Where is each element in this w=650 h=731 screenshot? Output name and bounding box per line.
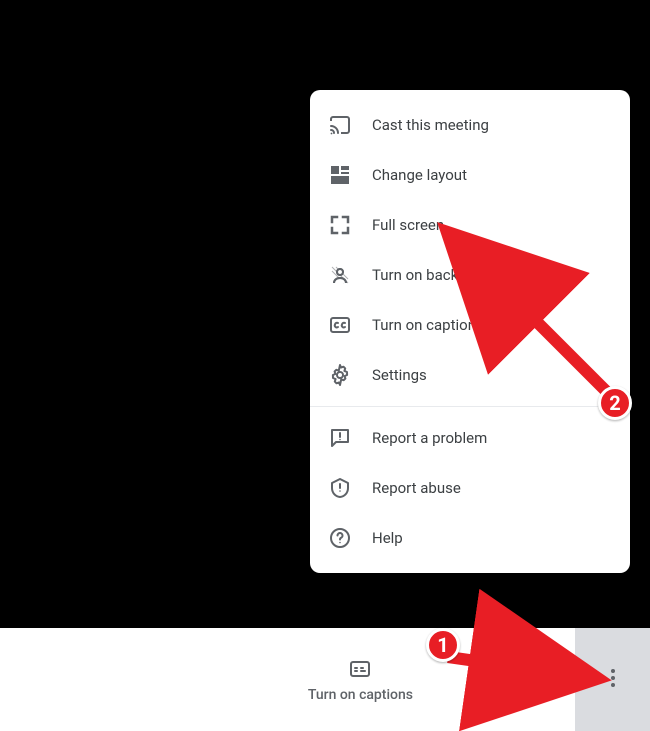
captions-label: Turn on captions	[308, 687, 413, 703]
more-vertical-icon	[601, 666, 625, 694]
menu-item-label: Turn on captions	[372, 316, 484, 334]
menu-item-report-problem[interactable]: Report a problem	[310, 413, 630, 463]
menu-item-captions[interactable]: Turn on captions	[310, 300, 630, 350]
menu-item-help[interactable]: Help	[310, 513, 630, 563]
menu-item-report-abuse[interactable]: Report abuse	[310, 463, 630, 513]
menu-item-layout[interactable]: Change layout	[310, 150, 630, 200]
report-abuse-icon	[328, 476, 352, 500]
menu-item-cast[interactable]: Cast this meeting	[310, 100, 630, 150]
menu-item-label: Change layout	[372, 166, 467, 184]
captions-button[interactable]: Turn on captions	[280, 628, 441, 731]
menu-item-label: Help	[372, 529, 403, 547]
fullscreen-icon	[328, 213, 352, 237]
present-icon	[496, 657, 520, 681]
menu-separator	[310, 406, 630, 407]
menu-item-label: Report a problem	[372, 429, 487, 447]
present-label: Present now	[469, 687, 547, 703]
menu-item-label: Report abuse	[372, 479, 461, 497]
feedback-icon	[328, 426, 352, 450]
more-options-menu: Cast this meeting Change layout Full scr…	[310, 90, 630, 573]
captions-icon	[348, 657, 372, 681]
menu-item-fullscreen[interactable]: Full screen	[310, 200, 630, 250]
background-blur-icon	[328, 263, 352, 287]
bottom-bar: Turn on captions Present now	[0, 628, 650, 731]
gear-icon	[328, 363, 352, 387]
menu-item-label: Full screen	[372, 216, 444, 234]
cast-icon	[328, 113, 352, 137]
layout-icon	[328, 163, 352, 187]
present-button[interactable]: Present now	[441, 628, 575, 731]
help-icon	[328, 526, 352, 550]
menu-item-label: Turn on background blur	[372, 266, 534, 284]
menu-item-settings[interactable]: Settings	[310, 350, 630, 400]
captions-icon	[328, 313, 352, 337]
menu-item-background-blur[interactable]: Turn on background blur	[310, 250, 630, 300]
more-options-button[interactable]	[575, 628, 650, 731]
menu-item-label: Settings	[372, 366, 427, 384]
menu-item-label: Cast this meeting	[372, 116, 489, 134]
